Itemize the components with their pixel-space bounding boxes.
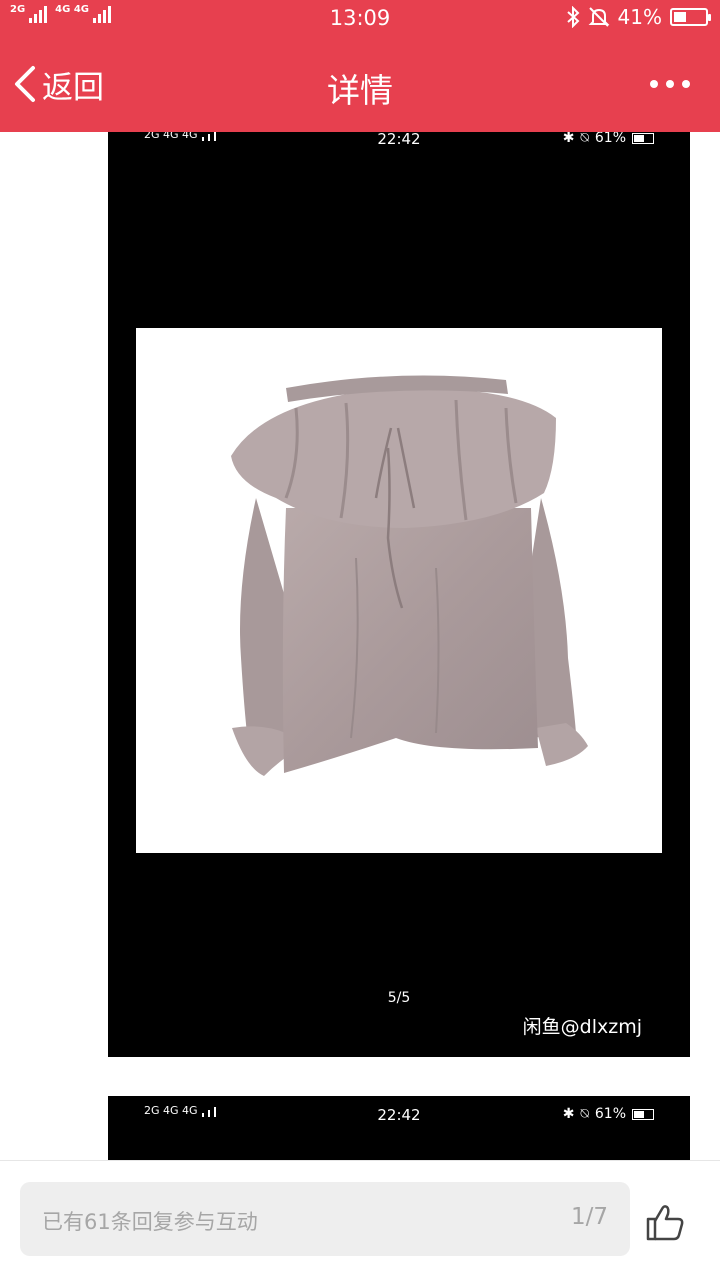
image-bluetooth-icon: ✱ <box>562 132 575 146</box>
image-status-right-2: ✱ ⍉ 61% <box>563 1106 654 1122</box>
post-image[interactable]: 2G 4G 4G 22:42 ✱ ⍉ 61% 5/5 闲鱼@dlxzmj <box>108 132 690 1057</box>
image-bell-muted-icon-2: ⍉ <box>580 1106 589 1122</box>
image-status-bar: 2G 4G 4G 22:42 ✱ ⍉ 61% <box>108 132 690 148</box>
status-right: 41% <box>566 5 711 29</box>
post-content[interactable]: 2G 4G 4G 22:42 ✱ ⍉ 61% 5/5 闲鱼@dlxzmj 2G … <box>0 132 720 1160</box>
battery-icon <box>670 8 711 26</box>
image-status-right: ✱ ⍉ 61% <box>563 132 654 146</box>
page-indicator: 1/7 <box>570 1204 608 1230</box>
bell-muted-icon <box>588 7 609 27</box>
battery-percent: 41% <box>617 5 662 29</box>
image-bluetooth-icon-2: ✱ <box>562 1106 575 1122</box>
product-photo <box>136 328 662 853</box>
page-title: 详情 <box>327 71 393 110</box>
image-battery-icon-2 <box>632 1108 654 1120</box>
title-bar: 返回 详情 <box>0 36 720 132</box>
image-status-bar-2: 2G 4G 4G 22:42 ✱ ⍉ 61% <box>108 1104 690 1124</box>
more-dots-icon[interactable] <box>650 76 690 92</box>
reply-placeholder: 已有61条回复参与互动 <box>42 1210 258 1234</box>
status-bar: 2G 4G 4G 13:09 41% <box>0 0 720 36</box>
bluetooth-icon <box>566 6 579 28</box>
image-watermark: 闲鱼@dlxzmj <box>522 1016 642 1038</box>
bottom-bar: 已有61条回复参与互动 1/7 <box>0 1160 720 1280</box>
image-page-counter: 5/5 <box>387 990 411 1006</box>
image-bell-muted-icon: ⍉ <box>580 132 589 146</box>
image-battery-percent: 61% <box>594 132 626 146</box>
image-battery-percent-2: 61% <box>594 1106 626 1122</box>
blouse-illustration <box>231 375 588 776</box>
image-battery-icon <box>632 132 654 144</box>
thumbs-up-icon[interactable] <box>644 1201 686 1243</box>
reply-input[interactable]: 已有61条回复参与互动 1/7 <box>20 1182 630 1256</box>
post-image-2[interactable]: 2G 4G 4G 22:42 ✱ ⍉ 61% <box>108 1096 690 1160</box>
